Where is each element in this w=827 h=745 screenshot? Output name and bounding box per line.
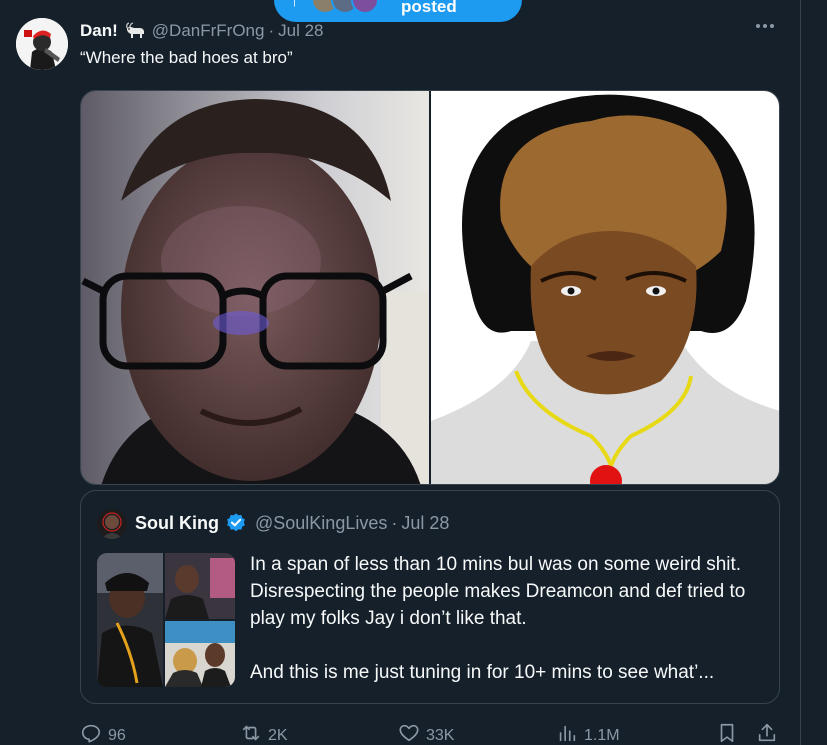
quoted-tweet-header: Soul King @SoulKingLives · Jul 28 — [135, 511, 449, 535]
author-display-name[interactable]: Dan! — [80, 21, 118, 41]
heart-icon — [398, 722, 420, 745]
quoted-tweet-paragraph: And this is me just tuning in for 10+ mi… — [250, 662, 715, 683]
tweet-header: Dan! @DanFrFrOng · Jul 28 — [80, 20, 767, 42]
tweet-action-bar: 96 2K 33K 1.1M — [80, 720, 780, 745]
like-button[interactable]: 33K — [398, 722, 454, 745]
quoted-author-display-name[interactable]: Soul King — [135, 513, 219, 534]
quoted-media-tile — [165, 553, 235, 619]
reply-button[interactable]: 96 — [80, 722, 126, 745]
quoted-author-avatar[interactable] — [97, 509, 127, 539]
quoted-tweet-date[interactable]: Jul 28 — [401, 513, 449, 534]
tweet-date[interactable]: Jul 28 — [278, 21, 323, 41]
quoted-media-thumbnail[interactable] — [97, 553, 235, 687]
new-posts-avatars — [311, 0, 379, 14]
quoted-media-tile — [97, 553, 163, 687]
bookmark-icon — [716, 722, 738, 745]
tweet-media-grid — [80, 90, 780, 485]
reply-count: 96 — [108, 726, 126, 744]
media-photo-selfie[interactable] — [81, 91, 429, 484]
quoted-author-handle[interactable]: @SoulKingLives — [255, 513, 387, 534]
repost-icon — [240, 722, 262, 745]
views-chart-icon — [556, 722, 578, 745]
media-drawing[interactable] — [431, 91, 779, 484]
avatar — [351, 0, 379, 14]
timeline-divider — [800, 0, 801, 745]
like-count: 33K — [426, 726, 455, 744]
quoted-media-tile — [165, 621, 235, 687]
author-handle[interactable]: @DanFrFrOng — [152, 21, 265, 41]
views-count: 1.1M — [584, 726, 620, 744]
tweet-text: “Where the bad hoes at bro” — [80, 48, 293, 67]
author-avatar[interactable] — [16, 18, 68, 70]
quoted-tweet[interactable]: Soul King @SoulKingLives · Jul 28 In a s… — [80, 490, 780, 704]
quoted-tweet-paragraph: In a span of less than 10 mins bul was o… — [250, 554, 746, 629]
bookmark-button[interactable] — [716, 722, 738, 745]
new-posts-button[interactable]: ↑ posted — [274, 0, 522, 22]
views-button[interactable]: 1.1M — [556, 722, 620, 745]
verified-badge-icon — [225, 512, 247, 534]
separator-dot: · — [391, 512, 398, 533]
repost-count: 2K — [268, 726, 288, 744]
repost-button[interactable]: 2K — [240, 722, 288, 745]
goat-emoji-icon — [124, 22, 146, 40]
separator-dot: · — [268, 21, 275, 40]
arrow-up-icon: ↑ — [290, 0, 299, 11]
share-button[interactable] — [756, 722, 778, 745]
more-options-icon[interactable] — [754, 20, 780, 40]
reply-icon — [80, 722, 102, 745]
quoted-tweet-text: In a span of less than 10 mins bul was o… — [250, 551, 770, 686]
share-icon — [756, 722, 778, 745]
new-posts-label: posted — [401, 0, 457, 16]
